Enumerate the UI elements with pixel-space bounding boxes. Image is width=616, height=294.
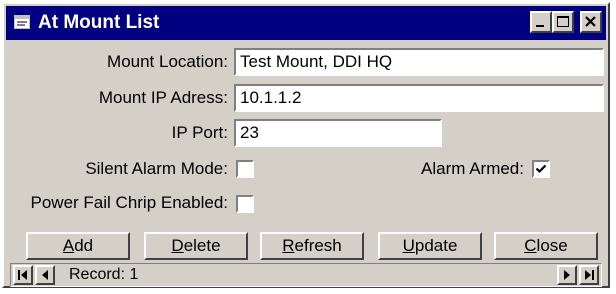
minimize-icon xyxy=(536,25,544,27)
last-record-button[interactable] xyxy=(579,265,599,285)
power-fail-chirp-checkbox[interactable] xyxy=(236,195,254,213)
window-title: At Mount List xyxy=(38,12,160,33)
record-indicator: Record: 1 xyxy=(69,266,139,283)
close-button-label: lose xyxy=(536,236,568,255)
ip-port-label: IP Port: xyxy=(171,123,228,142)
update-button-accelerator: U xyxy=(402,236,415,255)
checkmark-icon xyxy=(535,164,547,174)
last-record-icon xyxy=(585,270,594,280)
delete-button-accelerator: D xyxy=(171,236,184,255)
at-mount-list-window: At Mount List Mount Location: Test Mount… xyxy=(2,2,610,288)
refresh-button[interactable]: Refresh xyxy=(260,232,364,260)
record-navigation-bar: Record: 1 xyxy=(10,263,602,287)
title-bar[interactable]: At Mount List xyxy=(6,6,606,40)
ip-port-value: 23 xyxy=(240,123,259,142)
maximize-icon xyxy=(557,16,569,27)
close-button-accelerator: C xyxy=(524,236,537,255)
alarm-armed-label: Alarm Armed: xyxy=(421,159,524,178)
silent-alarm-checkbox[interactable] xyxy=(236,160,254,178)
mount-location-value: Test Mount, DDI HQ xyxy=(240,52,393,71)
mount-ip-value: 10.1.1.2 xyxy=(240,88,302,107)
first-record-button[interactable] xyxy=(13,265,33,285)
add-button-accelerator: A xyxy=(62,236,75,255)
delete-button[interactable]: Delete xyxy=(144,232,248,260)
refresh-button-label: efresh xyxy=(294,236,342,255)
update-button-label: pdate xyxy=(414,236,458,255)
add-button[interactable]: Add xyxy=(26,232,130,260)
minimize-button[interactable] xyxy=(530,11,552,33)
mount-ip-label: Mount IP Adress: xyxy=(98,88,228,107)
previous-record-icon xyxy=(42,270,48,280)
close-button[interactable]: Close xyxy=(494,232,598,260)
mount-location-label: Mount Location: xyxy=(107,52,228,71)
next-record-button[interactable] xyxy=(557,265,577,285)
refresh-button-accelerator: R xyxy=(282,236,295,255)
silent-alarm-label: Silent Alarm Mode: xyxy=(85,159,228,178)
previous-record-button[interactable] xyxy=(35,265,55,285)
first-record-icon xyxy=(18,270,27,280)
update-button[interactable]: Update xyxy=(378,232,482,260)
mount-ip-field[interactable]: 10.1.1.2 xyxy=(234,84,604,112)
close-icon xyxy=(585,16,596,27)
power-fail-chirp-label: Power Fail Chrip Enabled: xyxy=(30,193,228,212)
ip-port-field[interactable]: 23 xyxy=(234,119,442,147)
close-window-button[interactable] xyxy=(580,11,602,33)
maximize-button[interactable] xyxy=(552,11,574,33)
alarm-armed-checkbox[interactable] xyxy=(532,160,550,178)
mount-location-field[interactable]: Test Mount, DDI HQ xyxy=(234,48,604,76)
next-record-icon xyxy=(564,270,570,280)
add-button-label: dd xyxy=(74,236,94,255)
form-window-icon xyxy=(14,15,30,29)
delete-button-label: elete xyxy=(183,236,221,255)
